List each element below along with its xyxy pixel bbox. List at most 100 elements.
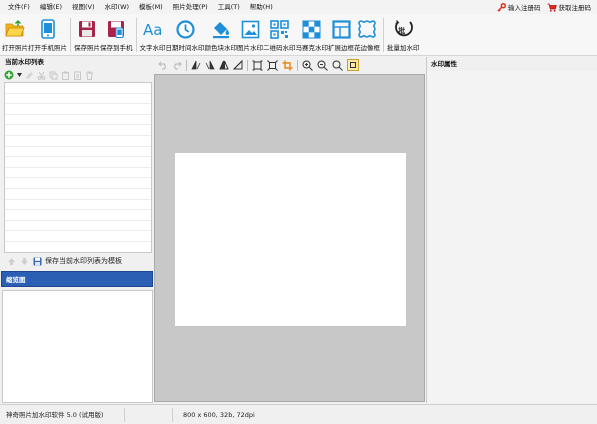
open-phone-photo-button[interactable]: 打开手机照片: [28, 14, 67, 56]
add-icon[interactable]: [4, 70, 14, 80]
open-photo-label: 打开照片: [2, 44, 28, 52]
extend-border-label: 扩展边框: [328, 44, 354, 52]
text-watermark-label: 文字水印: [139, 44, 166, 52]
watermark-list-title: 当前水印列表: [5, 58, 44, 66]
flip-left-icon[interactable]: [191, 60, 201, 70]
list-item: [5, 178, 151, 189]
image-canvas[interactable]: [154, 74, 425, 402]
toolbar-separator: [186, 59, 187, 71]
undo-icon[interactable]: [158, 60, 168, 70]
image-watermark-button[interactable]: 图片水印: [237, 14, 263, 56]
border-icon: [331, 19, 351, 39]
zoom-in-icon[interactable]: [302, 60, 313, 71]
register-link[interactable]: 输入注册码: [497, 2, 541, 12]
flip-right-icon[interactable]: [205, 60, 215, 70]
watermark-list[interactable]: [4, 82, 152, 253]
main-toolbar: 打开照片 打开手机照片 保存照片 保存到手机 Aa 文字水印 日期时间水印 颜色…: [0, 14, 597, 56]
menu-file[interactable]: 文件(F): [0, 0, 35, 14]
duplicate-icon[interactable]: [73, 71, 82, 80]
mosaic-watermark-button[interactable]: 马赛克水印: [295, 14, 329, 56]
thumbnail-title: 缩览图: [1, 271, 153, 287]
crop-icon[interactable]: [282, 60, 293, 71]
text-aa-icon: Aa: [143, 21, 162, 38]
open-photo-button[interactable]: 打开照片: [2, 14, 28, 56]
flower-frame-button[interactable]: 花边像框: [354, 14, 380, 56]
save-photo-button[interactable]: 保存照片: [74, 14, 100, 56]
mosaic-watermark-label: 马赛克水印: [295, 44, 329, 52]
watermark-list-panel: 当前水印列表: [1, 57, 153, 253]
toolbar-separator: [70, 18, 71, 52]
status-bar: 神奇照片加水印软件 5.0 (试用版) 800 x 600, 32b, 72dp…: [0, 404, 597, 424]
color-block-watermark-button[interactable]: 颜色块水印: [204, 14, 238, 56]
zoom-out-icon[interactable]: [317, 60, 328, 71]
save-to-phone-label: 保存到手机: [100, 44, 133, 52]
list-item: [5, 231, 151, 242]
qrcode-watermark-button[interactable]: 二维码水印: [263, 14, 296, 56]
status-app-name: 神奇照片加水印软件 5.0 (试用版): [0, 407, 125, 422]
color-block-watermark-label: 颜色块水印: [204, 44, 238, 52]
list-item: [5, 115, 151, 126]
list-item: [5, 125, 151, 136]
list-item: [5, 147, 151, 158]
image-icon: [241, 20, 259, 38]
edit-pen-icon[interactable]: [25, 71, 34, 80]
menu-edit[interactable]: 编辑(E): [35, 0, 67, 14]
copy-icon[interactable]: [49, 71, 58, 80]
text-watermark-button[interactable]: Aa 文字水印: [140, 14, 166, 56]
phone-icon: [40, 19, 55, 39]
fit-icon[interactable]: [252, 60, 263, 71]
save-as-template-button[interactable]: 保存当前水印列表为模板: [33, 256, 122, 266]
menu-template[interactable]: 模板(M): [134, 0, 168, 14]
datetime-watermark-button[interactable]: 日期时间水印: [166, 14, 205, 56]
actual-size-icon[interactable]: [347, 59, 359, 71]
list-item: [5, 136, 151, 147]
redo-icon[interactable]: [172, 60, 182, 70]
menu-photo-process[interactable]: 照片处理(P): [168, 0, 213, 14]
batch-watermark-label: 批量加水印: [387, 44, 420, 52]
list-item: [5, 94, 151, 105]
batch-watermark-button[interactable]: 批 批量加水印: [387, 14, 420, 56]
move-up-icon[interactable]: [7, 257, 16, 266]
key-icon: [497, 2, 506, 12]
cut-icon[interactable]: [37, 71, 46, 80]
mirror-h-icon[interactable]: [219, 60, 229, 70]
save-to-phone-button[interactable]: 保存到手机: [100, 14, 133, 56]
save-disk-icon: [33, 257, 42, 265]
svg-text:批: 批: [398, 26, 405, 35]
move-down-icon[interactable]: [20, 257, 29, 266]
qrcode-watermark-label: 二维码水印: [263, 44, 296, 52]
toolbar-separator: [297, 59, 298, 71]
list-item: [5, 83, 151, 94]
properties-title: 水印属性: [431, 60, 457, 68]
image-preview[interactable]: [175, 153, 406, 326]
zoom-icon[interactable]: [332, 60, 343, 71]
svg-text:Aa: Aa: [143, 21, 162, 38]
save-disk-icon: [79, 21, 95, 37]
rotate-icon[interactable]: [233, 60, 243, 70]
cart-icon: [547, 3, 557, 12]
delete-icon[interactable]: [85, 71, 94, 80]
image-watermark-label: 图片水印: [237, 44, 263, 52]
clock-icon: [175, 19, 195, 39]
paint-bucket-icon: [212, 22, 229, 39]
menu-view[interactable]: 视图(V): [67, 0, 100, 14]
properties-area[interactable]: [427, 71, 597, 403]
menu-tools[interactable]: 工具(T): [213, 0, 245, 14]
status-empty: [125, 407, 173, 422]
extend-border-button[interactable]: 扩展边框: [328, 14, 354, 56]
get-code-link[interactable]: 获取注册码: [547, 2, 591, 12]
save-photo-label: 保存照片: [74, 44, 100, 52]
menu-bar: 文件(F) 编辑(E) 视图(V) 水印(W) 模板(M) 照片处理(P) 工具…: [0, 0, 597, 14]
paste-icon[interactable]: [61, 71, 70, 80]
list-item: [5, 157, 151, 168]
fullscreen-icon[interactable]: [267, 59, 278, 71]
thumbnail-preview[interactable]: [2, 290, 153, 403]
flower-frame-icon: [358, 20, 376, 38]
list-item: [5, 189, 151, 200]
menu-watermark[interactable]: 水印(W): [100, 0, 135, 14]
dropdown-arrow-icon[interactable]: [17, 73, 22, 77]
list-item: [5, 221, 151, 232]
menu-help[interactable]: 帮助(H): [245, 0, 278, 14]
qrcode-icon: [269, 19, 289, 39]
list-item: [5, 200, 151, 211]
